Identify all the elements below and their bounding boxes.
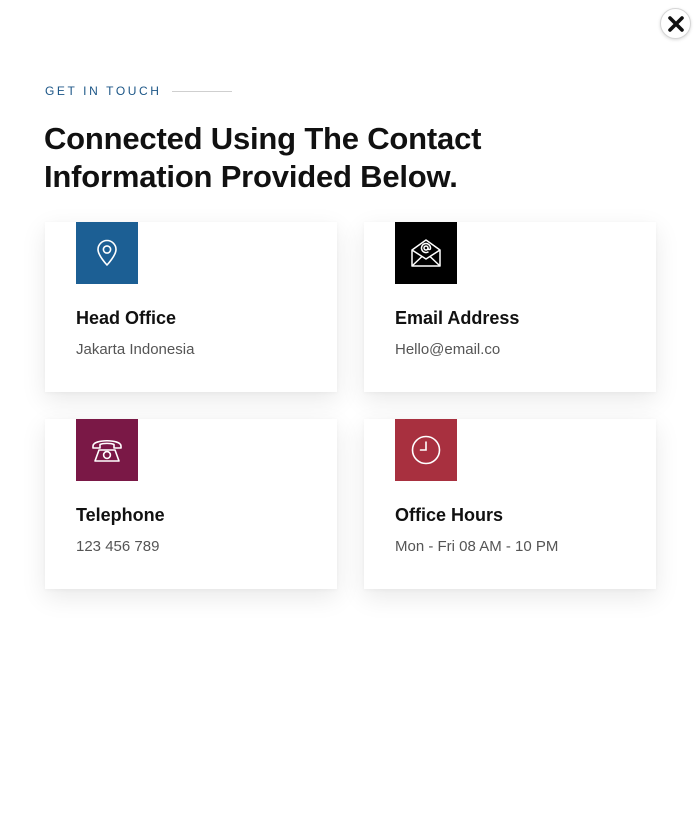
card-value: 123 456 789 bbox=[76, 538, 160, 555]
clock-icon bbox=[395, 419, 457, 481]
contact-card-head-office: Head Office Jakarta Indonesia bbox=[45, 222, 337, 392]
contact-card-telephone: Telephone 123 456 789 bbox=[45, 419, 337, 589]
close-button[interactable] bbox=[660, 8, 691, 39]
location-pin-icon bbox=[76, 222, 138, 284]
card-value: Jakarta Indonesia bbox=[76, 341, 195, 358]
eyebrow-label: GET IN TOUCH bbox=[45, 84, 162, 98]
eyebrow: GET IN TOUCH bbox=[45, 84, 232, 98]
contact-card-email: Email Address Hello@email.co bbox=[364, 222, 656, 392]
telephone-icon bbox=[76, 419, 138, 481]
page-title: Connected Using The Contact Information P… bbox=[44, 120, 564, 196]
card-title: Email Address bbox=[395, 308, 520, 328]
page-title-line-2: Information Provided Below. bbox=[44, 159, 458, 194]
page-title-line-1: Connected Using The Contact bbox=[44, 121, 482, 156]
contact-card-office-hours: Office Hours Mon - Fri 08 AM - 10 PM bbox=[364, 419, 656, 589]
close-icon bbox=[667, 15, 684, 32]
card-title: Office Hours bbox=[395, 505, 504, 525]
card-value: Mon - Fri 08 AM - 10 PM bbox=[395, 538, 559, 555]
card-title: Telephone bbox=[76, 505, 165, 525]
card-value: Hello@email.co bbox=[395, 341, 501, 358]
eyebrow-divider bbox=[171, 90, 232, 92]
card-title: Head Office bbox=[76, 308, 177, 328]
envelope-icon bbox=[395, 222, 457, 284]
